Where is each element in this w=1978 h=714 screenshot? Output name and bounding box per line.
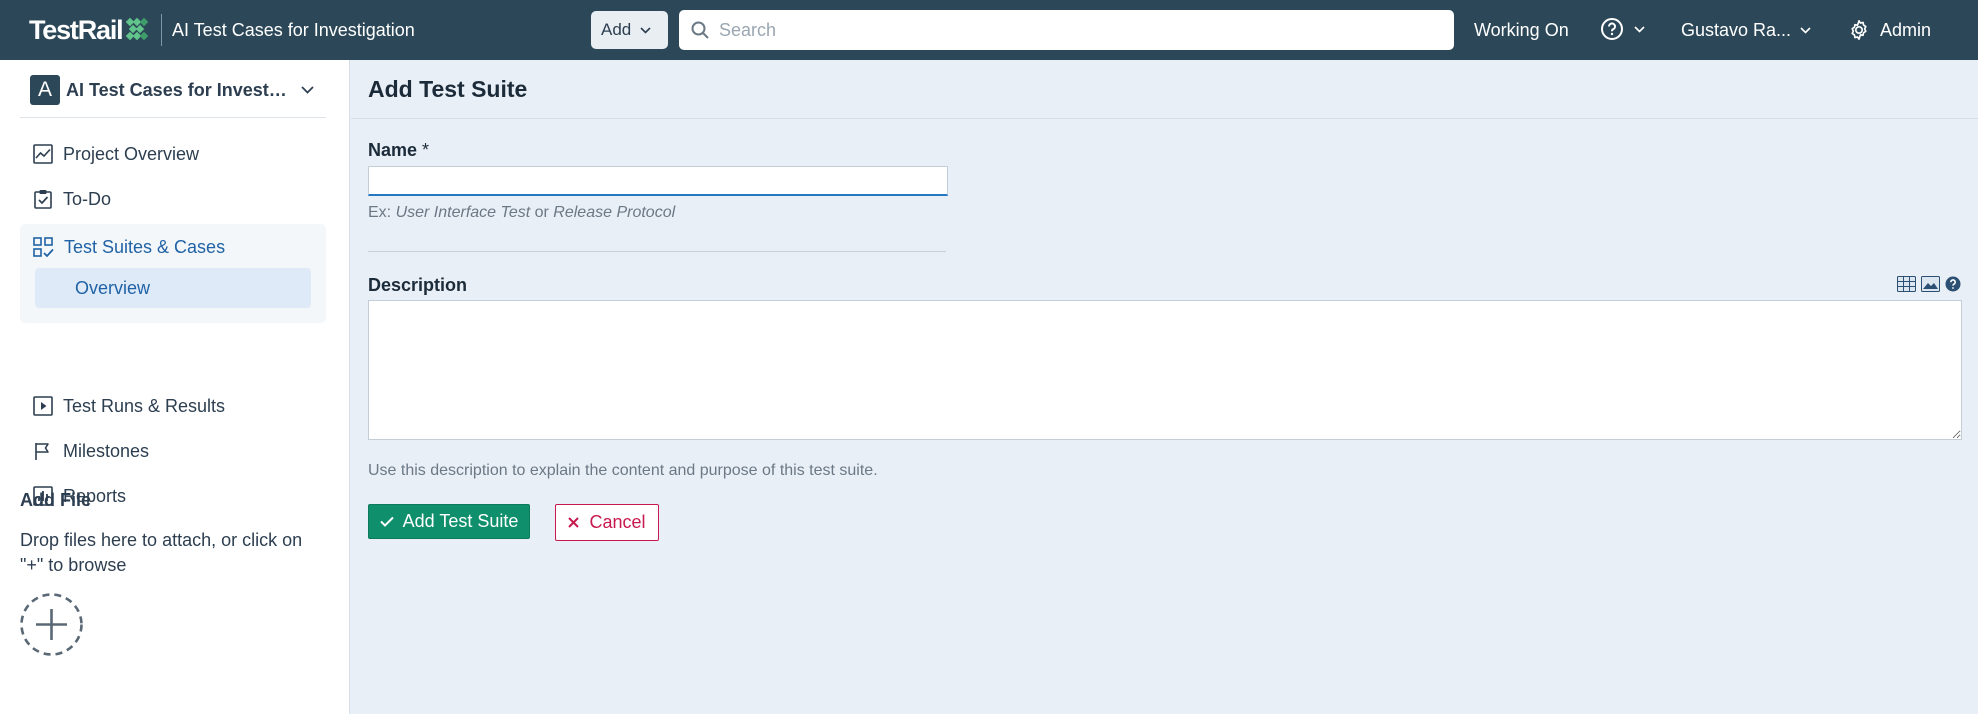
sidebar-divider [20, 117, 326, 118]
help-menu-button[interactable] [1600, 17, 1645, 41]
hint-prefix: Ex: [368, 204, 392, 221]
submit-label: Add Test Suite [402, 511, 519, 531]
admin-button[interactable]: Admin [1848, 19, 1931, 41]
description-textarea[interactable] [368, 300, 1962, 440]
description-hint: Use this description to explain the cont… [368, 462, 878, 479]
name-hint: Ex: User Interface Test or Release Proto… [368, 204, 675, 222]
search-box[interactable] [679, 10, 1454, 50]
testrail-logo[interactable]: TestRail [29, 14, 149, 45]
flag-icon [35, 443, 49, 460]
project-switcher[interactable]: A AI Test Cases for Investigation [30, 74, 326, 106]
sidebar-item-test-suites-cases[interactable]: Test Suites & Cases [20, 225, 326, 269]
sidebar-item-label: Test Runs & Results [63, 395, 226, 416]
add-file-title: Add File [20, 490, 91, 510]
hint-example-1: User Interface Test [395, 204, 531, 221]
sidebar-group-test-suites: Test Suites & Cases Overview [20, 224, 326, 323]
add-file-button[interactable] [20, 593, 83, 656]
chevron-down-icon [301, 86, 314, 94]
sidebar-item-label: Test Suites & Cases [64, 236, 226, 257]
image-icon[interactable] [1921, 276, 1940, 292]
logo-text: TestRail [29, 14, 124, 45]
form-divider [368, 251, 946, 252]
sidebar-item-label: Project Overview [63, 143, 200, 164]
top-navigation-bar: TestRail AI Test Cases for Investigation… [0, 0, 1978, 60]
logo-mark-icon [125, 16, 149, 44]
sidebar-item-test-runs-results[interactable]: Test Runs & Results [20, 384, 326, 428]
search-icon [691, 21, 709, 39]
help-circle-icon [1601, 18, 1623, 40]
clipboard-check-icon [34, 190, 52, 209]
description-toolbar [1892, 276, 1961, 292]
cancel-button[interactable]: Cancel [555, 504, 659, 541]
table-icon[interactable] [1897, 276, 1916, 292]
sidebar-item-label: Milestones [63, 440, 150, 461]
name-input[interactable] [368, 166, 948, 196]
chart-icon [33, 144, 53, 164]
main-content: Add Test Suite Name * Ex: User Interface… [351, 60, 1978, 714]
add-test-suite-button[interactable]: Add Test Suite [368, 504, 530, 539]
chevron-down-icon [640, 26, 651, 34]
chevron-down-icon [1634, 25, 1645, 33]
check-icon [379, 516, 394, 527]
add-label: Add [601, 20, 632, 39]
required-mark: * [422, 140, 430, 160]
chevron-down-icon [1800, 27, 1811, 34]
add-dropdown-button[interactable]: Add [591, 11, 668, 49]
user-menu-button[interactable]: Gustavo Ra... [1681, 20, 1811, 41]
play-box-icon [33, 396, 53, 416]
admin-label: Admin [1880, 19, 1932, 40]
description-label: Description [368, 275, 468, 295]
search-input[interactable] [719, 19, 1419, 41]
user-name: Gustavo Ra... [1681, 20, 1792, 40]
name-label-text: Name [368, 140, 418, 160]
hint-or: or [534, 204, 549, 221]
help-icon[interactable] [1945, 276, 1961, 292]
sidebar-item-label: To-Do [63, 188, 112, 209]
project-avatar: A [30, 75, 60, 105]
name-label: Name * [368, 140, 429, 161]
header-project-title[interactable]: AI Test Cases for Investigation [172, 20, 415, 41]
plus-circle-icon [20, 593, 83, 656]
sidebar-item-todo[interactable]: To-Do [20, 177, 326, 221]
sidebar-item-milestones[interactable]: Milestones [20, 429, 326, 473]
page-title: Add Test Suite [368, 76, 528, 102]
sidebar-item-project-overview[interactable]: Project Overview [20, 132, 326, 176]
sidebar: A AI Test Cases for Investigation Projec… [0, 60, 350, 714]
title-divider [351, 118, 1978, 119]
sidebar-subitem-overview[interactable]: Overview [35, 268, 311, 308]
add-file-description: Drop files here to attach, or click on "… [20, 530, 303, 575]
header-separator [161, 14, 162, 46]
project-name: AI Test Cases for Investigation [66, 79, 291, 100]
hint-example-2: Release Protocol [553, 204, 676, 221]
working-on-button[interactable]: Working On [1474, 20, 1569, 41]
grid-check-icon [33, 236, 54, 257]
close-icon [568, 517, 580, 528]
cancel-label: Cancel [589, 512, 646, 532]
gear-icon [1851, 20, 1867, 40]
